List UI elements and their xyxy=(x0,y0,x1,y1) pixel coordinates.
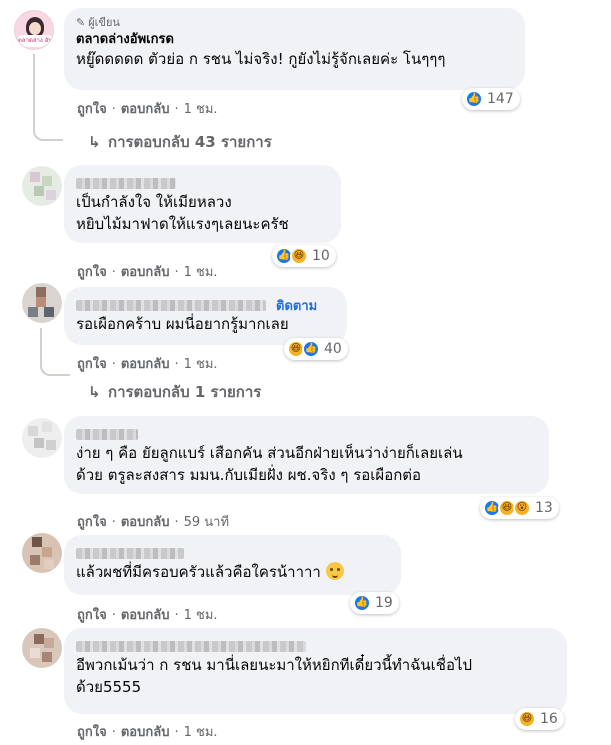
comment-bubble: อีพวกเม้นว่า ก รชน มานี่เลยนะมาให้หยิกที… xyxy=(64,628,567,714)
reply-link[interactable]: ตอบกลับ xyxy=(121,721,170,742)
comment-text: หยิบไม้มาฟาดให้แรงๆเลยนะครัช xyxy=(76,215,289,233)
comment-bubble: ติดตาม รอเผือกคร้าบ ผมนี่อยากรู้มากเลย xyxy=(64,287,347,345)
pencil-icon: ✎ xyxy=(76,16,86,29)
reply-link[interactable]: ตอบกลับ xyxy=(121,604,170,625)
avatar-tag: ตลาดล่าง อัพเกรด xyxy=(18,35,52,47)
comment-text: รอเผือกคร้าบ ผมนี่อยากรู้มากเลย xyxy=(76,315,289,333)
commenter-avatar[interactable] xyxy=(22,166,62,206)
commenter-name-redacted[interactable] xyxy=(76,641,306,652)
comment-actions: ถูกใจ · ตอบกลับ · 1 ชม. xyxy=(77,721,218,742)
comment-text: ด้วย ตรูละสงสาร มมน.กับเมียฝั่ง ผช.จริง … xyxy=(76,466,422,484)
reaction-count: 40 xyxy=(324,341,342,357)
comment-actions: ถูกใจ · ตอบกลับ · 59 นาที xyxy=(77,511,229,532)
thinking-emoji-icon xyxy=(325,562,344,580)
reply-link[interactable]: ตอบกลับ xyxy=(121,353,170,374)
follow-link[interactable]: ติดตาม xyxy=(276,299,317,314)
comment-text: ด้วย5555 xyxy=(76,678,142,696)
comment-actions: ถูกใจ · ตอบกลับ · 1 ชม. xyxy=(77,98,218,119)
comment-bubble: เป็นกำลังใจ ให้เมียหลวง หยิบไม้มาฟาดให้แ… xyxy=(64,165,341,243)
timestamp[interactable]: 1 ชม. xyxy=(184,604,218,625)
like-link[interactable]: ถูกใจ xyxy=(77,261,107,282)
reply-link[interactable]: ตอบกลับ xyxy=(121,261,170,282)
view-replies[interactable]: ↳ การตอบกลับ 43 รายการ xyxy=(88,130,272,154)
reaction-count: 10 xyxy=(312,248,330,264)
view-replies[interactable]: ↳ การตอบกลับ 1 รายการ xyxy=(88,380,261,404)
timestamp[interactable]: 1 ชม. xyxy=(184,261,218,282)
like-reaction-icon: 👍 xyxy=(353,594,371,612)
comment-bubble: แล้วผชที่มีครอบครัวแล้วคือใครน้าาาา xyxy=(64,535,401,595)
commenter-name-redacted[interactable] xyxy=(76,178,176,189)
comment-bubble: ง่าย ๆ คือ ยัยลูกแบร์ เสือกคัน ส่วนอีกฝ่… xyxy=(64,416,549,494)
commenter-avatar[interactable] xyxy=(22,283,62,323)
reply-arrow-icon: ↳ xyxy=(88,133,101,151)
haha-reaction-icon: 😆 xyxy=(518,710,536,728)
view-replies-label: การตอบกลับ 43 รายการ xyxy=(108,133,272,151)
commenter-avatar[interactable] xyxy=(22,418,62,458)
comment-text: ง่าย ๆ คือ ยัยลูกแบร์ เสือกคัน ส่วนอีกฝ่… xyxy=(76,444,463,462)
comment-text: อีพวกเม้นว่า ก รชน มานี่เลยนะมาให้หยิกที… xyxy=(76,656,473,674)
comment-bubble: ✎ ผู้เขียน ตลาดล่างอัพเกรด หยู๊ดดดดด ตัว… xyxy=(64,8,525,90)
timestamp[interactable]: 1 ชม. xyxy=(184,353,218,374)
reaction-count: 16 xyxy=(540,711,558,727)
comment-actions: ถูกใจ · ตอบกลับ · 1 ชม. xyxy=(77,353,218,374)
haha-reaction-icon: 😆 xyxy=(290,247,308,265)
timestamp[interactable]: 59 นาที xyxy=(184,511,229,532)
like-reaction-icon: 👍 xyxy=(302,340,320,358)
comment-author[interactable]: ตลาดล่างอัพเกรด xyxy=(76,31,513,48)
commenter-avatar[interactable] xyxy=(22,628,62,668)
wow-reaction-icon: 😮 xyxy=(513,499,531,517)
commenter-name-redacted[interactable] xyxy=(76,548,184,559)
timestamp[interactable]: 1 ชม. xyxy=(184,98,218,119)
reply-link[interactable]: ตอบกลับ xyxy=(121,98,170,119)
author-badge-label: ผู้เขียน xyxy=(88,16,120,29)
reaction-summary[interactable]: 👍 147 xyxy=(462,88,520,110)
view-replies-label: การตอบกลับ 1 รายการ xyxy=(108,383,262,401)
comment-text: หยู๊ดดดดด ตัวย่อ ก รชน ไม่จริง! กูยังไม่… xyxy=(76,50,446,68)
thread-line xyxy=(33,54,63,141)
reaction-summary[interactable]: 👍 😆 10 xyxy=(272,245,336,267)
comment-text: แล้วผชที่มีครอบครัวแล้วคือใครน้าาาา xyxy=(76,561,389,583)
reaction-summary[interactable]: 👍 19 xyxy=(350,592,399,614)
like-reaction-icon: 👍 xyxy=(465,90,483,108)
like-link[interactable]: ถูกใจ xyxy=(77,604,107,625)
like-link[interactable]: ถูกใจ xyxy=(77,353,107,374)
commenter-name-redacted[interactable] xyxy=(76,429,138,440)
like-link[interactable]: ถูกใจ xyxy=(77,511,107,532)
reaction-summary[interactable]: 😆 👍 40 xyxy=(284,338,348,360)
commenter-avatar[interactable] xyxy=(22,533,62,573)
reaction-summary[interactable]: 👍 😆 😮 13 xyxy=(480,497,559,519)
comment-text-content: แล้วผชที่มีครอบครัวแล้วคือใครน้าาาา xyxy=(76,563,321,581)
avatar-face xyxy=(29,22,41,35)
timestamp[interactable]: 1 ชม. xyxy=(184,721,218,742)
reaction-count: 13 xyxy=(535,500,553,516)
like-link[interactable]: ถูกใจ xyxy=(77,721,107,742)
reply-link[interactable]: ตอบกลับ xyxy=(121,511,170,532)
comment-actions: ถูกใจ · ตอบกลับ · 1 ชม. xyxy=(77,604,218,625)
comment-actions: ถูกใจ · ตอบกลับ · 1 ชม. xyxy=(77,261,218,282)
reply-arrow-icon: ↳ xyxy=(88,383,101,401)
author-badge: ✎ ผู้เขียน xyxy=(76,16,513,30)
reaction-count: 19 xyxy=(375,595,393,611)
reaction-count: 147 xyxy=(487,91,514,107)
commenter-name-redacted[interactable] xyxy=(76,300,266,311)
comment-text: เป็นกำลังใจ ให้เมียหลวง xyxy=(76,193,232,211)
like-link[interactable]: ถูกใจ xyxy=(77,98,107,119)
reaction-summary[interactable]: 😆 16 xyxy=(515,708,564,730)
author-avatar[interactable]: ตลาดล่าง อัพเกรด xyxy=(14,10,54,50)
